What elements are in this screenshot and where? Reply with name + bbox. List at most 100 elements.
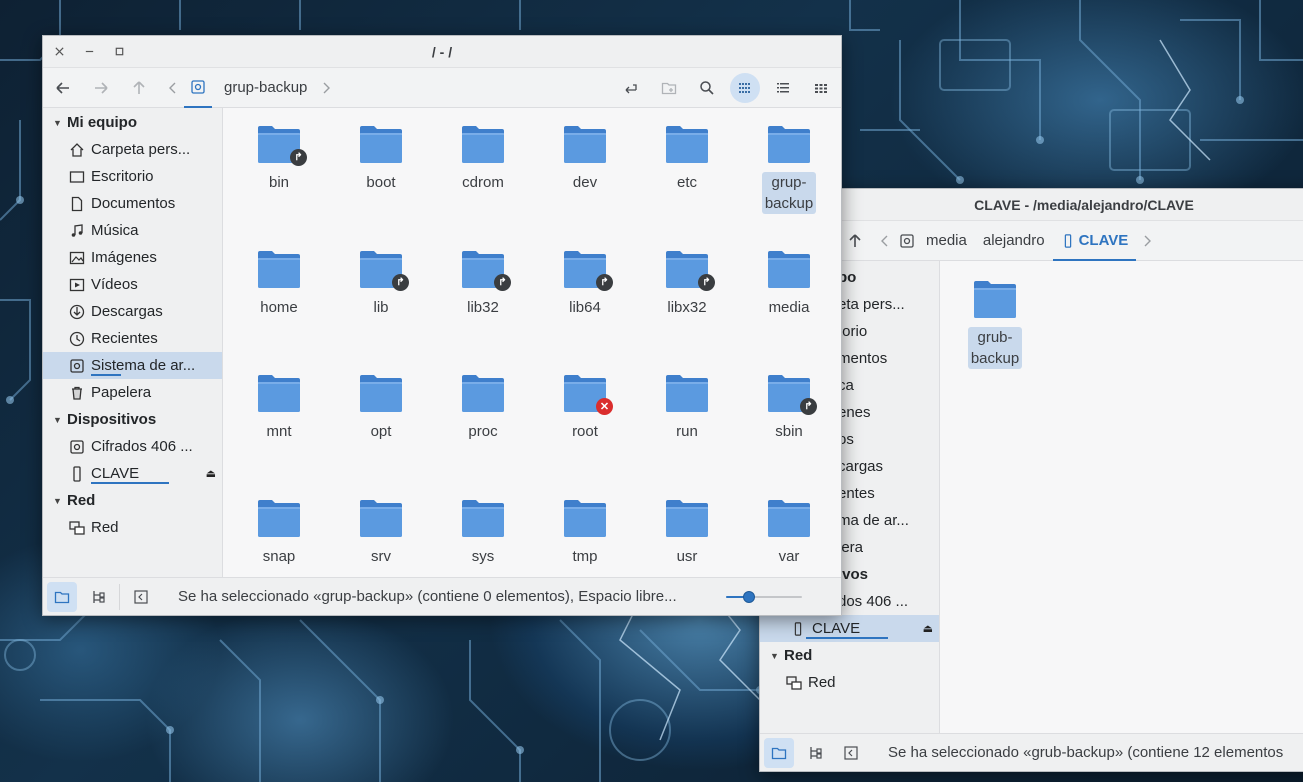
sidebar-item-cifrados-406[interactable]: Cifrados 406 ... <box>43 433 222 460</box>
sidebar-item-clave[interactable]: CLAVE ⏏ <box>760 615 939 642</box>
folder-name: dev <box>572 174 598 191</box>
close-button[interactable] <box>46 39 72 65</box>
chevron-right-icon <box>323 82 331 93</box>
sidebar-item-descargas[interactable]: Descargas <box>43 298 222 325</box>
folder-item[interactable]: ↱ bin <box>244 124 314 193</box>
folder-name: usr <box>676 547 698 565</box>
sidebar-section-label: Red <box>67 492 96 509</box>
hide-sidebar-button[interactable] <box>126 582 156 612</box>
folder-item[interactable]: run <box>652 373 722 442</box>
folder-item[interactable]: boot <box>346 124 416 193</box>
eject-icon[interactable]: ⏏ <box>923 622 933 635</box>
collapse-triangle-icon: ▼ <box>770 650 779 661</box>
folder-item[interactable]: ↱ libx32 <box>652 249 722 318</box>
sidebar-collapse-icon <box>844 745 858 760</box>
folder-item[interactable]: grub- backup <box>960 279 1030 369</box>
folder-item[interactable]: ↱ lib <box>346 249 416 318</box>
search-button[interactable] <box>692 73 722 103</box>
sidebar-section-red[interactable]: ▼ Red <box>43 487 222 514</box>
zoom-slider[interactable] <box>726 587 802 607</box>
zoom-slider-handle[interactable] <box>742 590 755 603</box>
sidebar-item-videos[interactable]: Vídeos <box>43 271 222 298</box>
folder-item[interactable]: opt <box>346 373 416 442</box>
root-location-button[interactable] <box>896 226 918 256</box>
folder-item[interactable]: media <box>754 249 824 318</box>
sidebar-item-recientes[interactable]: Recientes <box>43 325 222 352</box>
sidebar-item-papelera[interactable]: Papelera <box>43 379 222 406</box>
grid-icon <box>739 82 750 93</box>
sidebar-item-red[interactable]: Red <box>43 514 222 541</box>
folder-icon <box>768 499 810 537</box>
folder-name: lib <box>373 298 389 316</box>
list-view-button[interactable] <box>768 73 798 103</box>
sidebar-section-red[interactable]: ▼ Red <box>760 642 939 669</box>
folder-item[interactable]: dev <box>550 124 620 193</box>
folder-item[interactable]: grup- backup <box>754 124 824 214</box>
tree-panel-toggle[interactable] <box>800 738 830 768</box>
sidebar-item-clave[interactable]: CLAVE ⏏ <box>43 460 222 487</box>
folder-item[interactable]: ↱ lib64 <box>550 249 620 318</box>
breadcrumb-scroll-left-button[interactable] <box>162 73 184 103</box>
up-button[interactable] <box>840 226 870 256</box>
sidebar-item-label: Carpeta pers... <box>91 141 191 158</box>
folder-item[interactable]: var <box>754 498 824 567</box>
folder-item[interactable]: ↱ sbin <box>754 373 824 442</box>
up-button[interactable] <box>124 73 154 103</box>
places-panel-toggle[interactable] <box>764 737 794 768</box>
breadcrumb-clave[interactable]: CLAVE <box>1052 221 1137 261</box>
sidebar-item-red[interactable]: Red <box>760 669 939 696</box>
eject-icon[interactable]: ⏏ <box>206 467 216 480</box>
breadcrumb-alejandro[interactable]: alejandro <box>975 221 1053 261</box>
folder-item[interactable]: ↱ lib32 <box>448 249 518 318</box>
network-icon <box>786 675 802 691</box>
folder-item[interactable]: proc <box>448 373 518 442</box>
sidebar-item-musica[interactable]: Música <box>43 217 222 244</box>
folder-icon <box>54 591 70 603</box>
window-titlebar[interactable]: / - / <box>43 36 841 68</box>
folder-name: tmp <box>572 547 598 565</box>
forward-button[interactable] <box>86 73 116 103</box>
breadcrumb-forward-button[interactable] <box>315 73 337 103</box>
maximize-button[interactable] <box>106 39 132 65</box>
sidebar-item-label: Imágenes <box>91 249 157 266</box>
edit-path-icon <box>625 83 637 93</box>
breadcrumb-clave-label: CLAVE <box>1078 232 1129 249</box>
icon-view-button[interactable] <box>730 72 760 103</box>
minimize-button[interactable] <box>76 39 102 65</box>
toggle-location-entry-button[interactable] <box>616 73 646 103</box>
sidebar-item-documentos[interactable]: Documentos <box>43 190 222 217</box>
sidebar-section-mi-equipo[interactable]: ▼ Mi equipo <box>43 109 222 136</box>
breadcrumb-forward-button[interactable] <box>1136 226 1158 256</box>
folder-item[interactable]: tmp <box>550 498 620 567</box>
breadcrumb-grup-backup[interactable]: grup-backup <box>212 68 315 108</box>
disk-icon <box>900 233 914 248</box>
folder-item[interactable]: etc <box>652 124 722 193</box>
sidebar-section-dispositivos[interactable]: ▼ Dispositivos <box>43 406 222 433</box>
arrow-right-icon <box>95 81 108 94</box>
folder-item[interactable]: ✕ root <box>550 373 620 442</box>
folder-item[interactable]: usr <box>652 498 722 567</box>
folder-item[interactable]: mnt <box>244 373 314 442</box>
folder-item[interactable]: home <box>244 249 314 318</box>
folder-item[interactable]: cdrom <box>448 124 518 193</box>
sidebar-item-carpeta-pers[interactable]: Carpeta pers... <box>43 136 222 163</box>
root-location-button[interactable] <box>184 68 212 108</box>
folder-item[interactable]: snap <box>244 498 314 567</box>
sidebar-section-label: Dispositivos <box>67 411 157 428</box>
folder-item[interactable]: srv <box>346 498 416 567</box>
sidebar-item-escritorio[interactable]: Escritorio <box>43 163 222 190</box>
compact-view-button[interactable] <box>806 73 836 103</box>
sidebar-item-sistema-de-ar[interactable]: Sistema de ar... <box>43 352 222 379</box>
places-panel-toggle[interactable] <box>47 581 77 612</box>
folder-icon <box>360 126 402 163</box>
hide-sidebar-button[interactable] <box>836 738 866 768</box>
new-folder-button[interactable] <box>654 73 684 103</box>
folder-icon <box>666 375 708 412</box>
folder-icon <box>768 250 810 288</box>
folder-item[interactable]: sys <box>448 498 518 567</box>
breadcrumb-scroll-left-button[interactable] <box>874 226 896 256</box>
breadcrumb-media[interactable]: media <box>918 221 975 261</box>
tree-panel-toggle[interactable] <box>83 582 113 612</box>
back-button[interactable] <box>48 73 78 103</box>
sidebar-item-imagenes[interactable]: Imágenes <box>43 244 222 271</box>
